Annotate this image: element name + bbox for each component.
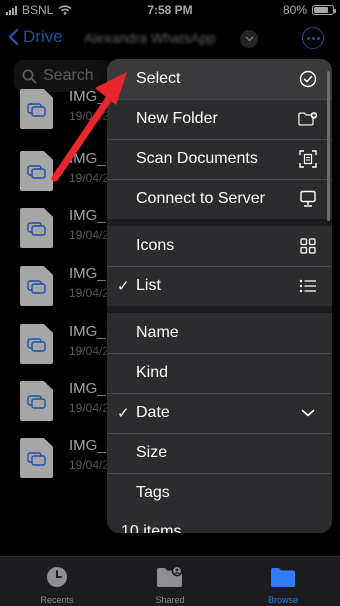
menu-label: Size [136,444,168,461]
menu-label: Name [136,324,179,341]
menu-label: Icons [136,237,175,254]
menu-item-tags[interactable]: Tags [107,473,332,513]
tab-browse[interactable]: Browse [243,565,323,605]
shared-folder-icon [157,566,183,587]
checkmark-icon: ✓ [117,405,130,422]
checkmark-circle-icon [298,69,318,89]
menu-item-date[interactable]: ✓ Date [107,393,332,433]
item-count: 10 items [121,523,182,533]
view-options-menu: Select New Folder Scan Documents Connect… [107,59,332,533]
folder-icon [271,568,295,587]
tab-bar: Recents Shared Browse [0,556,340,606]
list-icon [298,276,318,296]
tab-recents[interactable]: Recents [17,565,97,605]
menu-item-name[interactable]: Name [107,313,332,353]
menu-label: Kind [136,364,169,381]
menu-item-new-folder[interactable]: New Folder [107,99,332,139]
menu-item-kind[interactable]: Kind [107,353,332,393]
menu-scrollbar[interactable] [327,71,330,221]
section-divider [107,306,332,313]
menu-label: Select [136,70,181,87]
menu-label: Date [136,404,170,421]
scan-document-icon [298,149,318,169]
menu-item-select[interactable]: Select [107,59,332,99]
tab-shared[interactable]: Shared [130,565,210,605]
section-divider [107,219,332,226]
menu-item-connect-to-server[interactable]: Connect to Server [107,179,332,219]
menu-item-scan-documents[interactable]: Scan Documents [107,139,332,179]
menu-item-size[interactable]: Size [107,433,332,473]
chevron-down-icon [298,403,318,423]
checkmark-icon: ✓ [117,278,130,295]
menu-item-list[interactable]: ✓ List [107,266,332,306]
clock-icon [47,567,67,587]
folder-plus-icon [298,109,318,129]
menu-label: New Folder [136,110,218,127]
tab-label: Recents [40,595,74,605]
tab-label: Shared [155,595,185,605]
menu-label: List [136,277,161,294]
grid-icon [298,236,318,256]
menu-label: Connect to Server [136,190,265,207]
tab-label: Browse [267,595,298,605]
menu-label: Scan Documents [136,150,258,167]
server-monitor-icon [298,189,318,209]
menu-label: Tags [136,484,170,501]
menu-item-icons[interactable]: Icons [107,226,332,266]
